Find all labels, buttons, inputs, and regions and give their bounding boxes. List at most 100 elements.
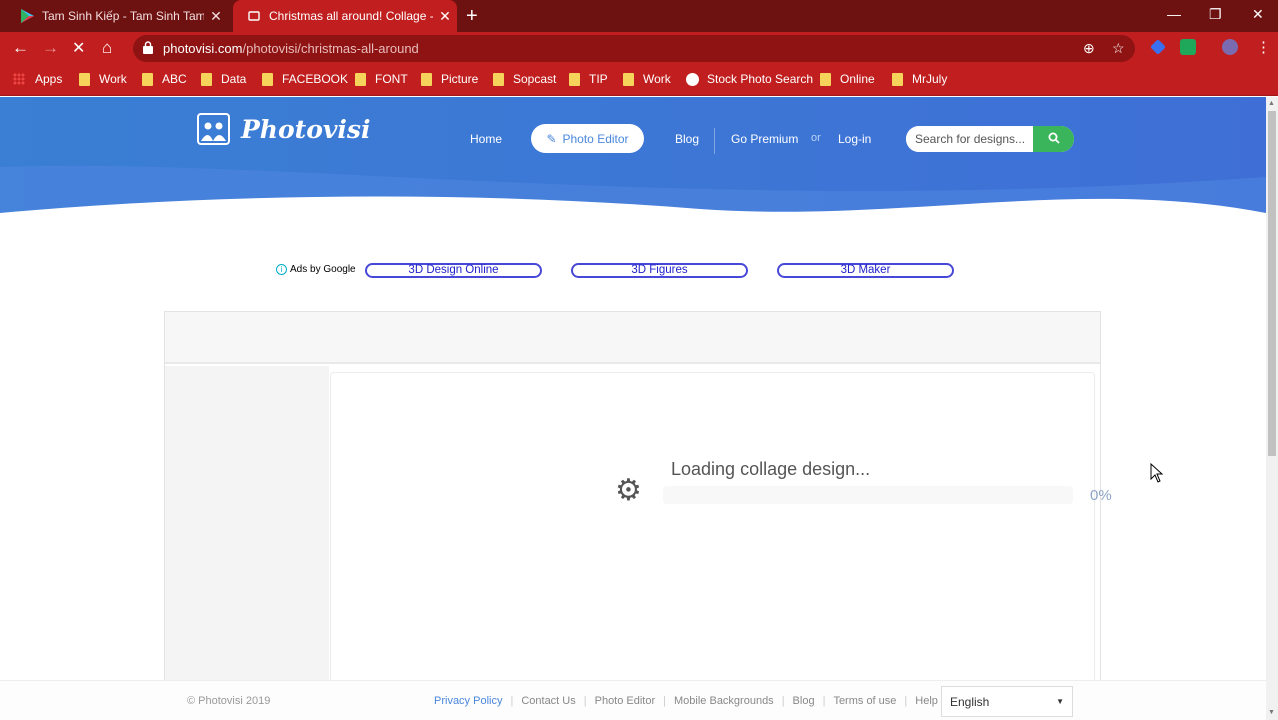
browser-tab-2[interactable]: Christmas all around! Collage - I ✕	[233, 0, 457, 32]
divider: |	[781, 695, 785, 707]
stop-loading-icon[interactable]: ✕	[72, 38, 85, 58]
photovisi-logo[interactable]: Photovisi	[197, 113, 370, 145]
bookmark-label: Sopcast	[513, 72, 557, 86]
bookmark-folder[interactable]: Picture	[421, 72, 478, 86]
nav-home[interactable]: Home	[470, 132, 502, 146]
collage-canvas: ⚙ Loading collage design... 0%	[330, 372, 1112, 720]
bookmarks-bar: Apps Work ABC Data FACEBOOK FONT Picture…	[0, 65, 1278, 96]
bookmark-folder[interactable]: ABC	[142, 72, 187, 86]
lock-icon	[143, 41, 153, 54]
add-icon[interactable]: ⊕	[1083, 40, 1095, 57]
extension-icon[interactable]	[1150, 39, 1166, 55]
scroll-up-icon[interactable]: ▲	[1268, 100, 1275, 107]
design-search	[906, 126, 1074, 152]
tab-title: Tam Sinh Kiếp - Tam Sinh Tam Th	[42, 9, 204, 23]
photo-editor-button[interactable]: ✎ Photo Editor	[531, 124, 644, 153]
bookmark-label: FONT	[375, 72, 408, 86]
web-page: Photovisi Home ✎ Photo Editor Blog Go Pr…	[0, 97, 1266, 720]
bookmark-label: Online	[840, 72, 875, 86]
close-tab-icon[interactable]: ✕	[204, 8, 228, 25]
scroll-down-icon[interactable]: ▼	[1268, 709, 1275, 716]
divider: |	[583, 695, 587, 707]
restore-icon[interactable]: ❐	[1209, 6, 1222, 23]
language-select[interactable]: English ▼	[941, 686, 1073, 717]
bookmark-label: Data	[221, 72, 247, 86]
google-ads: i Ads by Google 3D Design Online 3D Figur…	[276, 263, 976, 283]
bookmark-label: Work	[643, 72, 671, 86]
tab-strip: Tam Sinh Kiếp - Tam Sinh Tam Th ✕ Christ…	[0, 0, 1278, 32]
bookmark-folder[interactable]: Work	[79, 72, 127, 86]
bookmark-label: Stock Photo Search	[707, 72, 814, 86]
footer-link-terms[interactable]: Terms of use	[833, 695, 896, 707]
url-text: photovisi.com/photovisi/christmas-all-ar…	[163, 41, 419, 56]
profile-avatar[interactable]	[1222, 39, 1238, 55]
footer-link-privacy[interactable]: Privacy Policy	[434, 695, 502, 707]
nav-blog[interactable]: Blog	[675, 132, 699, 146]
progress-bar	[663, 486, 1073, 504]
browser-tab-1[interactable]: Tam Sinh Kiếp - Tam Sinh Tam Th ✕	[6, 0, 228, 32]
bookmark-label: TIP	[589, 72, 608, 86]
extension-icon[interactable]	[1180, 39, 1196, 55]
bookmark-folder[interactable]: FONT	[355, 72, 408, 86]
bookmark-star-icon[interactable]: ☆	[1112, 40, 1125, 57]
bookmark-link[interactable]: Stock Photo Search	[686, 72, 813, 86]
photovisi-icon	[247, 9, 261, 23]
loading-text: Loading collage design...	[671, 459, 871, 479]
bookmark-label: FACEBOOK	[282, 72, 349, 86]
ad-link[interactable]: 3D Figures	[571, 263, 748, 278]
apps-icon	[13, 73, 25, 85]
search-icon[interactable]	[1033, 126, 1074, 152]
back-icon[interactable]: ←	[12, 38, 29, 58]
new-tab-icon[interactable]: +	[466, 5, 478, 28]
nav-login[interactable]: Log-in	[838, 132, 871, 146]
bookmark-folder[interactable]: FACEBOOK	[262, 72, 348, 86]
bookmark-label: Picture	[441, 72, 479, 86]
nav-go-premium[interactable]: Go Premium	[731, 132, 798, 146]
info-icon[interactable]: i	[276, 264, 287, 275]
search-input[interactable]	[906, 126, 1032, 152]
folder-icon	[355, 72, 366, 86]
scrollbar-thumb[interactable]	[1268, 111, 1276, 456]
minimize-icon[interactable]: —	[1167, 6, 1181, 22]
browser-toolbar: ← → ✕ ⌂ photovisi.com/photovisi/christma…	[0, 32, 1278, 65]
forward-icon[interactable]: →	[42, 38, 59, 58]
folder-icon	[493, 72, 504, 86]
logo-icon	[197, 113, 230, 145]
ad-link[interactable]: 3D Maker	[777, 263, 954, 278]
footer-link-mobile-backgrounds[interactable]: Mobile Backgrounds	[674, 695, 774, 707]
home-icon[interactable]: ⌂	[102, 38, 112, 58]
folder-icon	[262, 72, 273, 86]
bookmark-folder[interactable]: Online	[820, 72, 875, 86]
ads-label-text: Ads by Google	[290, 264, 356, 275]
chevron-down-icon: ▼	[1056, 697, 1064, 706]
page-scrollbar[interactable]: ▲ ▼	[1266, 97, 1278, 720]
bookmark-folder[interactable]: Data	[201, 72, 246, 86]
bookmark-folder[interactable]: MrJuly	[892, 72, 947, 86]
bookmark-apps[interactable]: Apps	[13, 72, 62, 86]
close-tab-icon[interactable]: ✕	[433, 8, 457, 25]
language-value: English	[950, 695, 990, 709]
ad-link[interactable]: 3D Design Online	[365, 263, 542, 278]
folder-icon	[421, 72, 432, 86]
bookmark-folder[interactable]: TIP	[569, 72, 608, 86]
address-bar[interactable]: photovisi.com/photovisi/christmas-all-ar…	[133, 35, 1135, 62]
folder-icon	[623, 72, 634, 86]
footer-link-contact[interactable]: Contact Us	[521, 695, 575, 707]
footer-link-blog[interactable]: Blog	[793, 695, 815, 707]
bookmark-folder[interactable]: Sopcast	[493, 72, 556, 86]
footer-link-photo-editor[interactable]: Photo Editor	[595, 695, 656, 707]
footer: © Photovisi 2019 Privacy Policy | Contact…	[0, 680, 1266, 720]
folder-icon	[569, 72, 580, 86]
editor-sidebar	[165, 366, 329, 720]
menu-icon[interactable]: ⋮	[1256, 38, 1271, 56]
footer-link-help[interactable]: Help	[915, 695, 938, 707]
divider: |	[904, 695, 908, 707]
gear-icon: ⚙	[615, 474, 642, 507]
nav-or: or	[811, 132, 821, 144]
bookmark-label: ABC	[162, 72, 187, 86]
close-window-icon[interactable]: ✕	[1252, 6, 1264, 23]
folder-icon	[820, 72, 831, 86]
bookmark-folder[interactable]: Work	[623, 72, 671, 86]
nav-divider	[714, 128, 715, 154]
url-host: photovisi.com	[163, 41, 243, 56]
